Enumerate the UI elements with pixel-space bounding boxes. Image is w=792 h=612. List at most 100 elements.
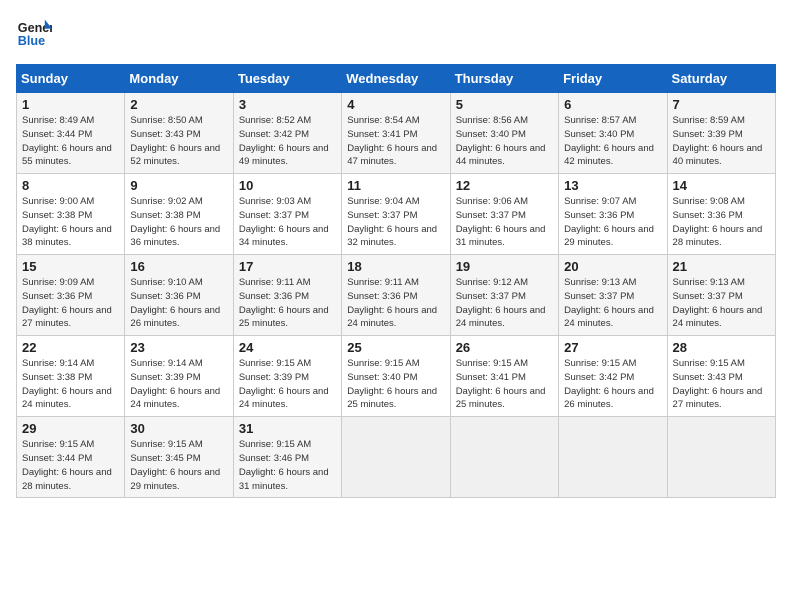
col-header-saturday: Saturday [667,65,775,93]
col-header-sunday: Sunday [17,65,125,93]
day-number: 26 [456,340,553,355]
day-info: Sunrise: 9:14 AM Sunset: 3:39 PM Dayligh… [130,357,227,412]
logo-icon: General Blue [16,16,52,52]
day-info: Sunrise: 9:13 AM Sunset: 3:37 PM Dayligh… [673,276,770,331]
day-info: Sunrise: 9:14 AM Sunset: 3:38 PM Dayligh… [22,357,119,412]
day-info: Sunrise: 9:15 AM Sunset: 3:41 PM Dayligh… [456,357,553,412]
day-info: Sunrise: 9:00 AM Sunset: 3:38 PM Dayligh… [22,195,119,250]
calendar-cell: 22 Sunrise: 9:14 AM Sunset: 3:38 PM Dayl… [17,336,125,417]
calendar-cell: 25 Sunrise: 9:15 AM Sunset: 3:40 PM Dayl… [342,336,450,417]
calendar-cell: 14 Sunrise: 9:08 AM Sunset: 3:36 PM Dayl… [667,174,775,255]
day-number: 8 [22,178,119,193]
calendar-cell: 31 Sunrise: 9:15 AM Sunset: 3:46 PM Dayl… [233,417,341,498]
day-number: 27 [564,340,661,355]
day-info: Sunrise: 9:15 AM Sunset: 3:40 PM Dayligh… [347,357,444,412]
day-number: 30 [130,421,227,436]
day-number: 5 [456,97,553,112]
day-number: 1 [22,97,119,112]
calendar-cell: 7 Sunrise: 8:59 AM Sunset: 3:39 PM Dayli… [667,93,775,174]
day-number: 22 [22,340,119,355]
day-info: Sunrise: 9:04 AM Sunset: 3:37 PM Dayligh… [347,195,444,250]
day-number: 25 [347,340,444,355]
calendar-week-row: 8 Sunrise: 9:00 AM Sunset: 3:38 PM Dayli… [17,174,776,255]
day-number: 19 [456,259,553,274]
day-info: Sunrise: 9:02 AM Sunset: 3:38 PM Dayligh… [130,195,227,250]
day-number: 20 [564,259,661,274]
day-number: 28 [673,340,770,355]
page-header: General Blue [16,16,776,52]
logo: General Blue [16,16,56,52]
col-header-monday: Monday [125,65,233,93]
calendar-cell [450,417,558,498]
day-info: Sunrise: 8:52 AM Sunset: 3:42 PM Dayligh… [239,114,336,169]
day-number: 16 [130,259,227,274]
day-number: 29 [22,421,119,436]
calendar-cell: 13 Sunrise: 9:07 AM Sunset: 3:36 PM Dayl… [559,174,667,255]
calendar-cell: 29 Sunrise: 9:15 AM Sunset: 3:44 PM Dayl… [17,417,125,498]
day-info: Sunrise: 9:15 AM Sunset: 3:42 PM Dayligh… [564,357,661,412]
day-number: 17 [239,259,336,274]
day-number: 4 [347,97,444,112]
day-number: 6 [564,97,661,112]
day-info: Sunrise: 9:15 AM Sunset: 3:44 PM Dayligh… [22,438,119,493]
calendar-week-row: 1 Sunrise: 8:49 AM Sunset: 3:44 PM Dayli… [17,93,776,174]
col-header-friday: Friday [559,65,667,93]
calendar-cell: 19 Sunrise: 9:12 AM Sunset: 3:37 PM Dayl… [450,255,558,336]
calendar-cell: 26 Sunrise: 9:15 AM Sunset: 3:41 PM Dayl… [450,336,558,417]
calendar-cell: 4 Sunrise: 8:54 AM Sunset: 3:41 PM Dayli… [342,93,450,174]
day-number: 3 [239,97,336,112]
calendar-cell: 5 Sunrise: 8:56 AM Sunset: 3:40 PM Dayli… [450,93,558,174]
calendar-cell: 8 Sunrise: 9:00 AM Sunset: 3:38 PM Dayli… [17,174,125,255]
calendar-cell [342,417,450,498]
day-info: Sunrise: 9:08 AM Sunset: 3:36 PM Dayligh… [673,195,770,250]
day-info: Sunrise: 9:15 AM Sunset: 3:45 PM Dayligh… [130,438,227,493]
calendar-cell [559,417,667,498]
col-header-thursday: Thursday [450,65,558,93]
day-number: 15 [22,259,119,274]
calendar-cell: 16 Sunrise: 9:10 AM Sunset: 3:36 PM Dayl… [125,255,233,336]
svg-text:Blue: Blue [18,34,45,48]
day-number: 2 [130,97,227,112]
day-info: Sunrise: 9:10 AM Sunset: 3:36 PM Dayligh… [130,276,227,331]
calendar-cell: 23 Sunrise: 9:14 AM Sunset: 3:39 PM Dayl… [125,336,233,417]
calendar-week-row: 29 Sunrise: 9:15 AM Sunset: 3:44 PM Dayl… [17,417,776,498]
calendar-header-row: SundayMondayTuesdayWednesdayThursdayFrid… [17,65,776,93]
calendar-cell: 17 Sunrise: 9:11 AM Sunset: 3:36 PM Dayl… [233,255,341,336]
day-info: Sunrise: 9:15 AM Sunset: 3:39 PM Dayligh… [239,357,336,412]
day-number: 18 [347,259,444,274]
calendar-cell: 21 Sunrise: 9:13 AM Sunset: 3:37 PM Dayl… [667,255,775,336]
day-info: Sunrise: 8:59 AM Sunset: 3:39 PM Dayligh… [673,114,770,169]
calendar-table: SundayMondayTuesdayWednesdayThursdayFrid… [16,64,776,498]
day-info: Sunrise: 8:54 AM Sunset: 3:41 PM Dayligh… [347,114,444,169]
calendar-cell: 30 Sunrise: 9:15 AM Sunset: 3:45 PM Dayl… [125,417,233,498]
day-info: Sunrise: 9:07 AM Sunset: 3:36 PM Dayligh… [564,195,661,250]
day-info: Sunrise: 9:13 AM Sunset: 3:37 PM Dayligh… [564,276,661,331]
day-info: Sunrise: 9:11 AM Sunset: 3:36 PM Dayligh… [239,276,336,331]
calendar-cell: 11 Sunrise: 9:04 AM Sunset: 3:37 PM Dayl… [342,174,450,255]
col-header-tuesday: Tuesday [233,65,341,93]
day-number: 11 [347,178,444,193]
day-info: Sunrise: 8:57 AM Sunset: 3:40 PM Dayligh… [564,114,661,169]
day-number: 14 [673,178,770,193]
day-info: Sunrise: 8:49 AM Sunset: 3:44 PM Dayligh… [22,114,119,169]
day-number: 7 [673,97,770,112]
calendar-cell: 28 Sunrise: 9:15 AM Sunset: 3:43 PM Dayl… [667,336,775,417]
calendar-week-row: 15 Sunrise: 9:09 AM Sunset: 3:36 PM Dayl… [17,255,776,336]
day-info: Sunrise: 8:56 AM Sunset: 3:40 PM Dayligh… [456,114,553,169]
day-number: 24 [239,340,336,355]
day-number: 10 [239,178,336,193]
calendar-cell: 27 Sunrise: 9:15 AM Sunset: 3:42 PM Dayl… [559,336,667,417]
col-header-wednesday: Wednesday [342,65,450,93]
day-number: 21 [673,259,770,274]
day-info: Sunrise: 9:03 AM Sunset: 3:37 PM Dayligh… [239,195,336,250]
calendar-cell: 10 Sunrise: 9:03 AM Sunset: 3:37 PM Dayl… [233,174,341,255]
day-number: 9 [130,178,227,193]
day-number: 31 [239,421,336,436]
calendar-week-row: 22 Sunrise: 9:14 AM Sunset: 3:38 PM Dayl… [17,336,776,417]
day-number: 13 [564,178,661,193]
calendar-cell: 20 Sunrise: 9:13 AM Sunset: 3:37 PM Dayl… [559,255,667,336]
calendar-cell: 24 Sunrise: 9:15 AM Sunset: 3:39 PM Dayl… [233,336,341,417]
day-info: Sunrise: 9:06 AM Sunset: 3:37 PM Dayligh… [456,195,553,250]
calendar-cell: 9 Sunrise: 9:02 AM Sunset: 3:38 PM Dayli… [125,174,233,255]
day-info: Sunrise: 9:12 AM Sunset: 3:37 PM Dayligh… [456,276,553,331]
